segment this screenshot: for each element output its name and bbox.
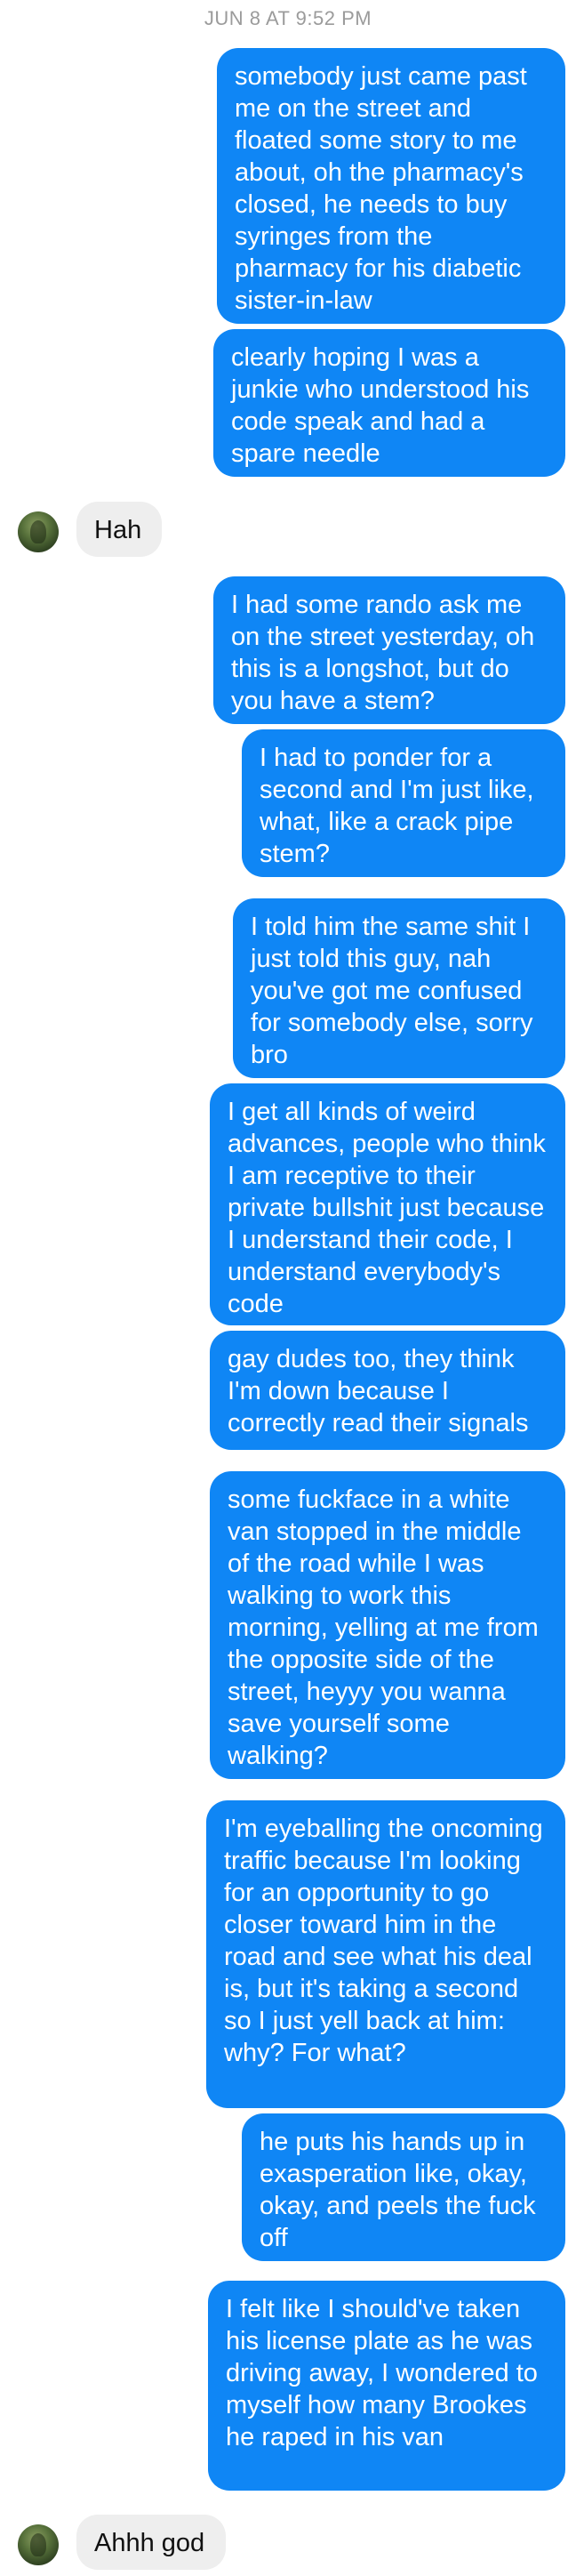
sent-message[interactable]: I had to ponder for a second and I'm jus… (242, 729, 565, 877)
sent-message[interactable]: gay dudes too, they think I'm down becau… (210, 1331, 565, 1450)
sent-message[interactable]: I'm eyeballing the oncoming traffic beca… (206, 1800, 565, 2108)
sent-message[interactable]: I felt like I should've taken his licens… (208, 2281, 565, 2491)
sent-message[interactable]: I get all kinds of weird advances, peopl… (210, 1083, 565, 1325)
sent-message[interactable]: I told him the same shit I just told thi… (233, 898, 565, 1078)
sent-message[interactable]: clearly hoping I was a junkie who unders… (213, 329, 565, 477)
timestamp: JUN 8 AT 9:52 PM (204, 7, 372, 29)
sent-message[interactable]: I had some rando ask me on the street ye… (213, 576, 565, 724)
sent-message[interactable]: he puts his hands up in exasperation lik… (242, 2113, 565, 2261)
received-message[interactable]: Ahhh god (76, 2515, 226, 2570)
contact-avatar[interactable] (18, 511, 59, 552)
contact-avatar[interactable] (18, 2524, 59, 2565)
sent-message[interactable]: somebody just came past me on the street… (217, 48, 565, 324)
received-message[interactable]: Hah (76, 502, 162, 557)
sent-message[interactable]: some fuckface in a white van stopped in … (210, 1471, 565, 1779)
